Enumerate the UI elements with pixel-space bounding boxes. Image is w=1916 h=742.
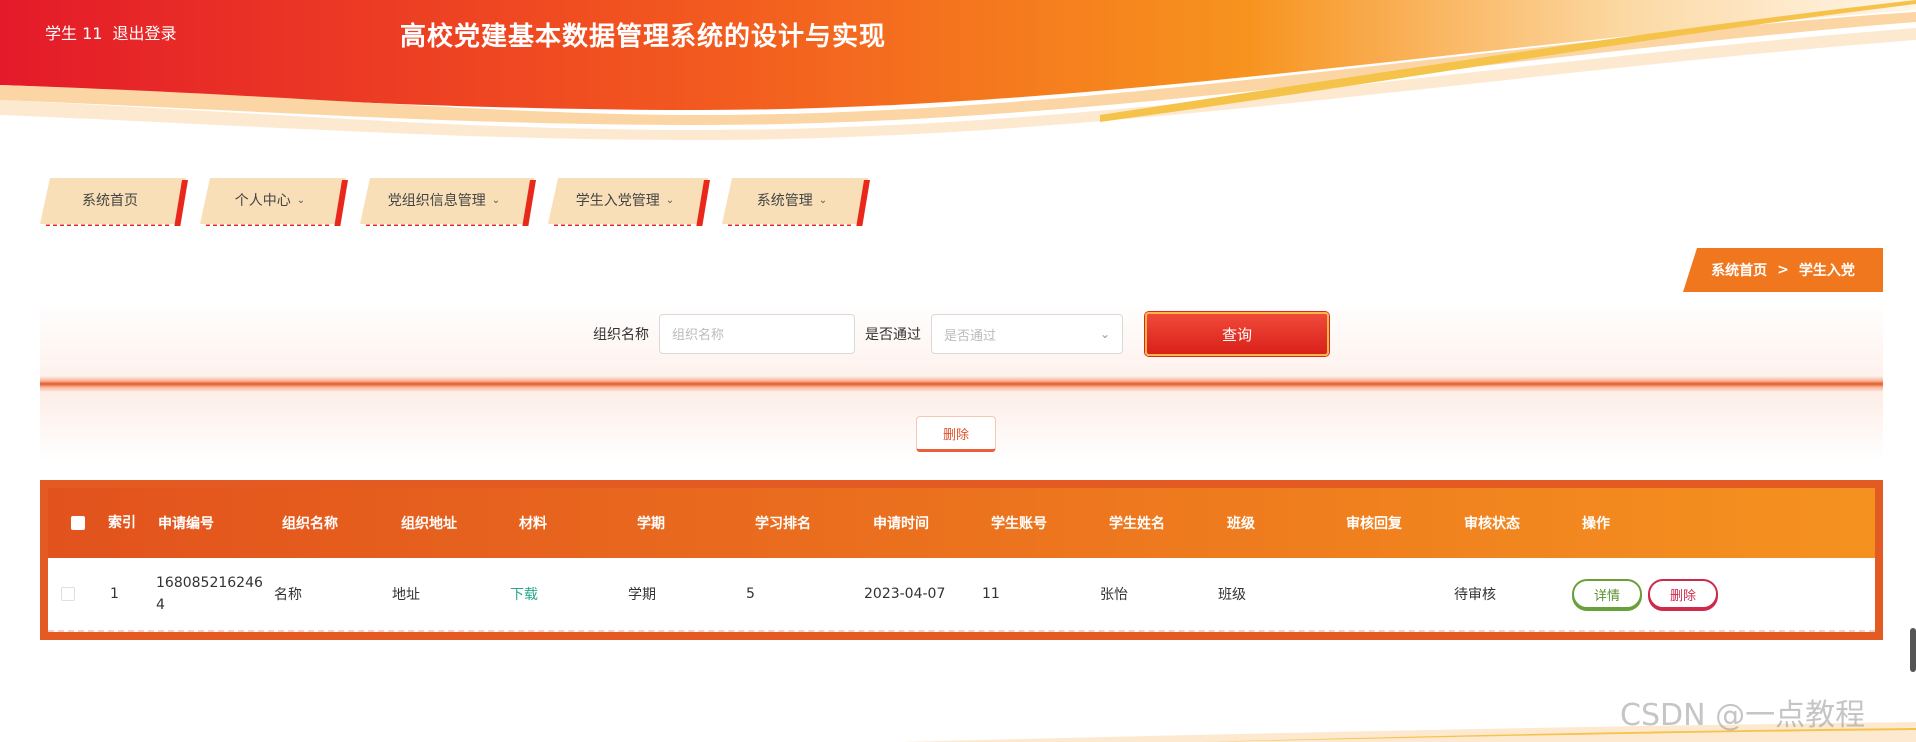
header-cell: 索引 [108,515,136,531]
chevron-down-icon: ⌄ [1099,327,1110,341]
header-cell: 操作 [1582,516,1610,532]
select-all-checkbox[interactable] [71,516,85,530]
cell-class: 班级 [1218,587,1246,603]
header-cell: 审核回复 [1346,516,1402,532]
user-label: 学生 11 [45,24,103,43]
row-select [48,587,88,601]
user-area: 学生 11 退出登录 [45,20,176,44]
header-banner: 学生 11 退出登录 高校党建基本数据管理系统的设计与实现 [0,0,1916,152]
cell-rank: 5 [746,586,755,602]
header-cell: 班级 [1227,516,1255,532]
apply-no-line1: 168085216246 [156,575,263,591]
cell-apply-time: 2023-04-07 [864,586,946,602]
chevron-down-icon: ⌄ [665,194,675,206]
scrollbar-thumb[interactable] [1910,628,1916,672]
chevron-down-icon: ⌄ [491,194,501,206]
cell-apply-no: 168085216246 4 [138,572,264,616]
chevron-down-icon: ⌄ [818,194,828,206]
cell-material: 下载 [500,584,618,604]
apply-no-line2: 4 [156,597,165,613]
nav-label: 系统管理 ⌄ [756,193,828,209]
divider-band [40,376,1883,392]
site-title: 高校党建基本数据管理系统的设计与实现 [400,22,887,52]
cell-term: 学期 [628,587,656,603]
banner-background [0,0,1916,152]
nav-item-student-join[interactable]: 学生入党管理 ⌄ [548,178,710,226]
download-link[interactable]: 下载 [510,584,538,604]
passed-select-placeholder: 是否通过 [944,328,997,344]
cell-org-address: 地址 [392,587,420,603]
logout-link[interactable]: 退出登录 [112,20,176,44]
org-name-input[interactable] [659,314,855,354]
header-cell: 申请时间 [873,516,929,532]
header-select-all [48,516,108,530]
table-row: 1 168085216246 4 名称 地址 下载 学期 5 2023-04-0… [48,558,1875,632]
row-checkbox[interactable] [61,587,75,601]
watermark: CSDN @一点教程 [1620,698,1866,733]
main-nav: 系统首页 个人中心 ⌄ 党组织信息管理 ⌄ 学生入党管理 ⌄ 系统管理 ⌄ [40,178,882,228]
header-cell: 组织地址 [401,516,457,532]
nav-item-home[interactable]: 系统首页 [40,178,188,226]
cell-org-name: 名称 [274,587,302,603]
nav-label: 党组织信息管理 ⌄ [387,193,501,209]
header-cell: 审核状态 [1464,516,1520,532]
query-button[interactable]: 查询 [1145,312,1329,356]
breadcrumb-current: 学生入党 [1798,263,1855,279]
breadcrumb-home[interactable]: 系统首页 [1711,260,1767,280]
header-cell: 学生姓名 [1109,516,1165,532]
header-cell: 申请编号 [158,516,214,532]
header-cell: 组织名称 [282,516,338,532]
header-cell: 材料 [519,516,547,532]
batch-delete-button[interactable]: 删除 [916,416,996,452]
chevron-down-icon: ⌄ [296,194,306,206]
passed-label: 是否通过 [865,327,921,343]
nav-item-party-org[interactable]: 党组织信息管理 ⌄ [360,178,536,226]
header-cell: 学习排名 [755,516,811,532]
data-table: 索引 申请编号 组织名称 组织地址 材料 学期 学习排名 申请时间 学生账号 学… [40,480,1883,640]
nav-item-system[interactable]: 系统管理 ⌄ [722,178,870,226]
org-name-label: 组织名称 [593,327,649,343]
table-header: 索引 申请编号 组织名称 组织地址 材料 学期 学习排名 申请时间 学生账号 学… [48,488,1875,558]
nav-item-personal-center[interactable]: 个人中心 ⌄ [200,178,348,226]
breadcrumb: 系统首页 > 学生入党 [1683,248,1883,292]
breadcrumb-separator: > [1777,262,1789,278]
cell-student-account: 11 [982,586,1000,602]
nav-label: 个人中心 ⌄ [234,193,306,209]
cell-actions: 详情 删除 [1562,579,1742,609]
search-panel: 组织名称 是否通过 是否通过 ⌄ 查询 删除 [40,300,1883,460]
row-delete-button[interactable]: 删除 [1648,579,1718,609]
detail-button[interactable]: 详情 [1572,579,1642,609]
passed-select[interactable]: 是否通过 ⌄ [931,314,1123,354]
nav-label: 学生入党管理 ⌄ [575,193,675,209]
cell-student-name: 张怡 [1100,587,1128,603]
nav-label: 系统首页 [82,193,138,209]
header-cell: 学生账号 [991,516,1047,532]
header-cell: 学期 [637,516,665,532]
cell-review-status: 待审核 [1454,587,1496,603]
cell-index: 1 [110,586,119,602]
